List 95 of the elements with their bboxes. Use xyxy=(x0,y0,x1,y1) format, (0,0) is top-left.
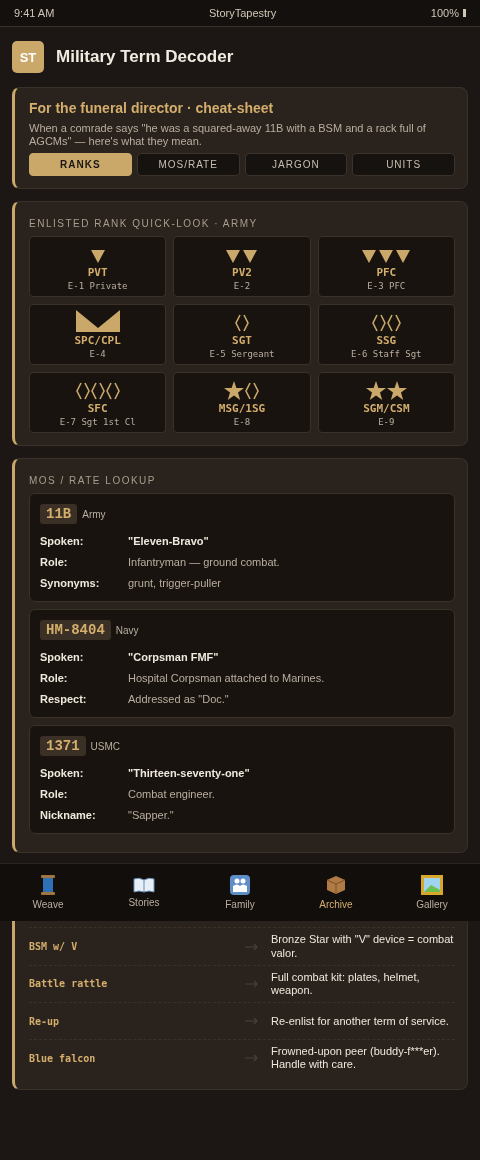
rocker-icon xyxy=(245,382,260,401)
rank-abbreviation: PFC xyxy=(376,266,397,280)
arrow-icon xyxy=(245,1017,259,1026)
battery-level: 100% xyxy=(430,7,459,19)
rank-abbreviation: SGT xyxy=(232,334,252,348)
pay-grade: E-4 xyxy=(89,349,106,360)
package-icon xyxy=(326,875,346,896)
field-value: "Eleven-Bravo" xyxy=(128,534,210,547)
rank-abbreviation: SGM/CSM xyxy=(363,402,410,416)
chevron-icon xyxy=(242,248,259,265)
rank-abbreviation: PVT xyxy=(87,266,108,280)
field-label: Spoken: xyxy=(40,766,85,779)
branch-label: Army xyxy=(82,508,106,520)
jargon-term: BSM w/ V xyxy=(29,941,79,953)
framed-picture-icon xyxy=(421,875,443,896)
pay-grade: E-3 PFC xyxy=(367,281,406,292)
pay-grade: E-6 Staff Sgt xyxy=(351,349,422,360)
thread-spool-icon xyxy=(40,875,56,896)
field-label: Role: xyxy=(40,671,69,684)
pay-grade: E-2 xyxy=(233,281,251,292)
chevron-icon xyxy=(395,248,412,265)
field-value: Combat engineer. xyxy=(128,787,216,800)
app-logo: ST xyxy=(12,41,44,73)
chevron-icon xyxy=(225,248,242,265)
chevron-icon xyxy=(361,248,378,265)
rank-abbreviation: MSG/1SG xyxy=(218,402,266,416)
page-title: Military Term Decoder xyxy=(56,47,234,67)
nav-tab[interactable]: Archive xyxy=(288,864,384,922)
nav-tab[interactable]: Gallery xyxy=(384,864,480,922)
section-tab[interactable]: MOS/RATE xyxy=(136,153,240,177)
jargon-meaning: Full combat kit: plates, helmet, weapon. xyxy=(271,970,421,998)
field-label: Nickname: xyxy=(40,808,97,821)
pay-grade: E-7 Sgt 1st Cl xyxy=(59,417,136,428)
field-label: Respect: xyxy=(40,692,88,705)
pay-grade: E-1 Private xyxy=(67,281,128,292)
star-icon xyxy=(365,381,386,401)
field-label: Spoken: xyxy=(40,650,85,663)
field-label: Spoken: xyxy=(40,534,85,547)
family-icon xyxy=(230,875,250,896)
section-tab[interactable]: JARGON xyxy=(244,153,348,177)
status-app-name: StoryTapestry xyxy=(209,7,277,19)
field-value: "Corpsman FMF" xyxy=(128,650,220,663)
rocker-icon xyxy=(371,314,386,333)
jargon-term: Battle rattle xyxy=(29,978,109,990)
rank-abbreviation: SPC/CPL xyxy=(74,334,121,348)
rank-abbreviation: PV2 xyxy=(232,266,252,280)
jargon-term: Blue falcon xyxy=(29,1052,97,1064)
jargon-term: Re-up xyxy=(29,1015,61,1027)
jargon-meaning: Frowned-upon peer (buddy-f***er). Handle with care. xyxy=(271,1045,441,1072)
pay-grade: E-5 Sergeant xyxy=(209,349,275,360)
field-value: "Thirteen-seventy-one" xyxy=(128,766,251,779)
field-value: Infantryman — ground combat. xyxy=(128,555,281,568)
nav-tab[interactable]: Stories xyxy=(96,864,192,922)
mos-code: HM-8404 xyxy=(40,620,111,641)
rocker-icon xyxy=(105,382,120,401)
arrow-icon xyxy=(245,1054,259,1063)
field-value: grunt, trigger-puller xyxy=(128,576,222,589)
branch-label: USMC xyxy=(90,740,121,752)
star-icon xyxy=(224,381,245,401)
open-book-icon xyxy=(133,877,155,894)
field-value: Hospital Corpsman attached to Marines. xyxy=(128,671,326,684)
battery-icon xyxy=(463,9,466,17)
pay-grade: E-8 xyxy=(233,417,251,428)
nav-tab[interactable]: Weave xyxy=(0,864,96,922)
star-icon xyxy=(386,381,407,401)
status-time: 9:41 AM xyxy=(14,7,55,19)
section-tab[interactable]: UNITS xyxy=(352,153,455,177)
rocker-icon xyxy=(235,314,249,333)
section-heading: ENLISTED RANK QUICK-LOOK · ARMY xyxy=(29,218,259,230)
nav-tab[interactable]: Family xyxy=(192,864,288,922)
field-value: Addressed as "Doc." xyxy=(128,692,230,705)
rank-abbreviation: SFC xyxy=(87,402,108,416)
field-label: Role: xyxy=(40,555,69,568)
field-label: Synonyms: xyxy=(40,576,101,589)
pay-grade: E-9 xyxy=(378,417,395,428)
branch-label: Navy xyxy=(115,624,139,636)
rank-abbreviation: SSG xyxy=(376,334,397,348)
mos-code: 1371 xyxy=(40,736,86,757)
section-tab[interactable]: RANKS xyxy=(29,153,132,177)
arrow-icon xyxy=(245,942,259,951)
specialist-insignia-icon xyxy=(75,310,120,333)
jargon-meaning: Bronze Star with "V" device = combat valor. xyxy=(271,933,455,960)
section-heading: MOS / RATE LOOKUP xyxy=(29,475,157,487)
arrow-icon xyxy=(245,979,259,988)
rocker-icon xyxy=(386,314,401,333)
card-description: When a comrade says "he was a squared-away 11B with a BSM and a rack full of AGCMs" — here's what they mean. xyxy=(29,122,427,149)
rocker-icon xyxy=(75,382,90,401)
field-value: "Sapper." xyxy=(128,808,175,821)
rocker-icon xyxy=(90,382,105,401)
card-title: For the funeral director · cheat-sheet xyxy=(29,100,275,116)
mos-code: 11B xyxy=(40,504,78,525)
chevron-icon xyxy=(89,248,106,265)
jargon-meaning: Re-enlist for another term of service. xyxy=(271,1014,450,1028)
chevron-icon xyxy=(378,248,395,265)
field-label: Role: xyxy=(40,787,69,800)
